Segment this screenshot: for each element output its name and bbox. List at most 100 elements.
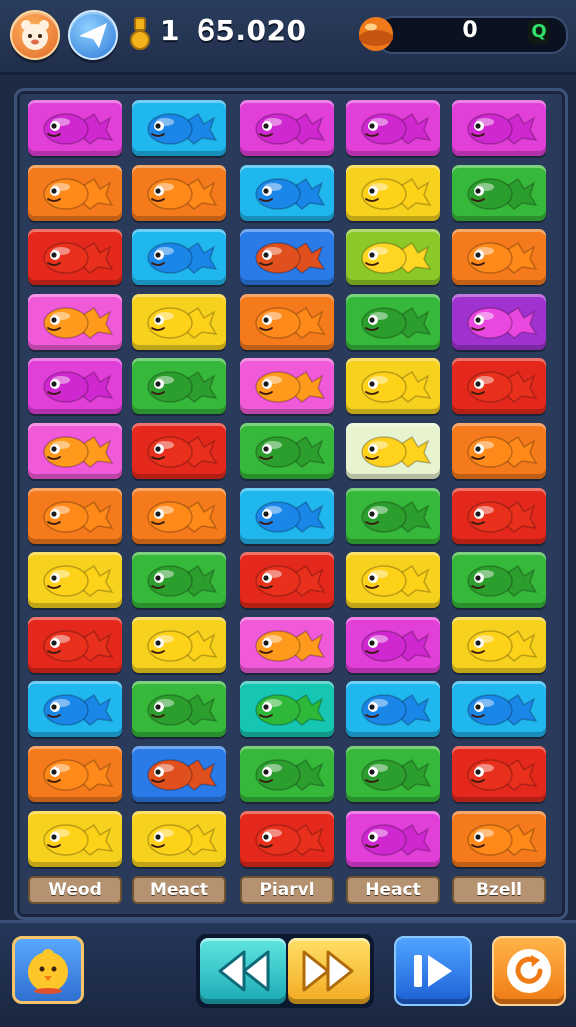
fish-icon [147,112,218,145]
tile[interactable] [28,294,122,350]
fish-icon [255,823,326,856]
fish-icon [43,693,114,726]
fish-icon [43,370,114,403]
tile[interactable] [452,229,546,285]
tile[interactable] [28,423,122,479]
tile[interactable] [240,100,334,156]
fish-icon [43,500,114,533]
tile[interactable] [28,746,122,802]
paper-plane-icon [79,23,107,48]
tile[interactable] [132,358,226,414]
tile[interactable] [132,165,226,221]
fish-icon [255,112,326,145]
tile[interactable] [132,294,226,350]
fish-icon [43,758,114,791]
tile[interactable] [28,165,122,221]
fish-icon [467,629,538,662]
fast-forward-icon [302,950,354,992]
tile[interactable] [240,552,334,608]
play-step-icon [414,955,452,987]
tile[interactable] [346,294,440,350]
step-button[interactable] [394,936,472,1006]
column-label-5: Bzell [452,876,546,904]
tile[interactable] [240,746,334,802]
tile[interactable] [132,229,226,285]
fish-icon [255,629,326,662]
tile[interactable] [132,552,226,608]
fish-icon [147,693,218,726]
tile[interactable] [452,358,546,414]
tile[interactable] [346,681,440,737]
tile[interactable] [346,746,440,802]
tile[interactable] [28,358,122,414]
tile[interactable] [240,488,334,544]
fish-icon [467,241,538,274]
fish-icon [361,758,432,791]
tile[interactable] [132,746,226,802]
fish-icon [255,500,326,533]
fish-icon [147,370,218,403]
fish-icon [43,564,114,597]
tile[interactable] [346,165,440,221]
mission-button[interactable] [68,10,118,60]
tile[interactable] [346,488,440,544]
tile[interactable] [346,811,440,867]
fish-icon [147,177,218,210]
fish-icon [361,629,432,662]
tile[interactable] [346,100,440,156]
tile[interactable] [28,229,122,285]
tile[interactable] [28,681,122,737]
fish-icon [147,306,218,339]
tile[interactable] [346,229,440,285]
tile[interactable] [132,423,226,479]
fish-icon [255,241,326,274]
tile[interactable] [452,617,546,673]
tile[interactable] [452,811,546,867]
tile[interactable] [28,100,122,156]
tile[interactable] [452,423,546,479]
tile[interactable] [452,552,546,608]
tile[interactable] [452,165,546,221]
top-hud-bar: 1 Ꮾ5.020 0 Q [0,0,576,75]
tile[interactable] [452,681,546,737]
reload-button[interactable] [492,936,566,1006]
tile[interactable] [452,100,546,156]
tile[interactable] [132,488,226,544]
tile[interactable] [132,811,226,867]
tile[interactable] [452,294,546,350]
score-value: 0 [462,18,478,43]
fish-icon [255,435,326,468]
fish-icon [147,435,218,468]
tile[interactable] [346,423,440,479]
fast-forward-button[interactable] [288,938,370,1004]
tile[interactable] [132,100,226,156]
tile[interactable] [28,552,122,608]
fish-icon [255,177,326,210]
tile[interactable] [240,358,334,414]
tile[interactable] [240,423,334,479]
fish-icon [255,758,326,791]
tile[interactable] [240,229,334,285]
fish-icon [147,500,218,533]
tile[interactable] [452,488,546,544]
fish-icon [467,306,538,339]
tile[interactable] [132,681,226,737]
tile[interactable] [240,165,334,221]
rewind-button[interactable] [200,938,286,1004]
tile[interactable] [452,746,546,802]
tile[interactable] [346,617,440,673]
tile[interactable] [240,681,334,737]
tile[interactable] [240,294,334,350]
fish-icon [361,564,432,597]
tile[interactable] [240,811,334,867]
tile[interactable] [28,811,122,867]
tile[interactable] [240,617,334,673]
tile[interactable] [346,358,440,414]
tile[interactable] [28,488,122,544]
tile[interactable] [28,617,122,673]
tile[interactable] [132,617,226,673]
avatar-button[interactable] [10,10,60,60]
fish-icon [147,823,218,856]
chick-button[interactable] [12,936,84,1004]
tile[interactable] [346,552,440,608]
